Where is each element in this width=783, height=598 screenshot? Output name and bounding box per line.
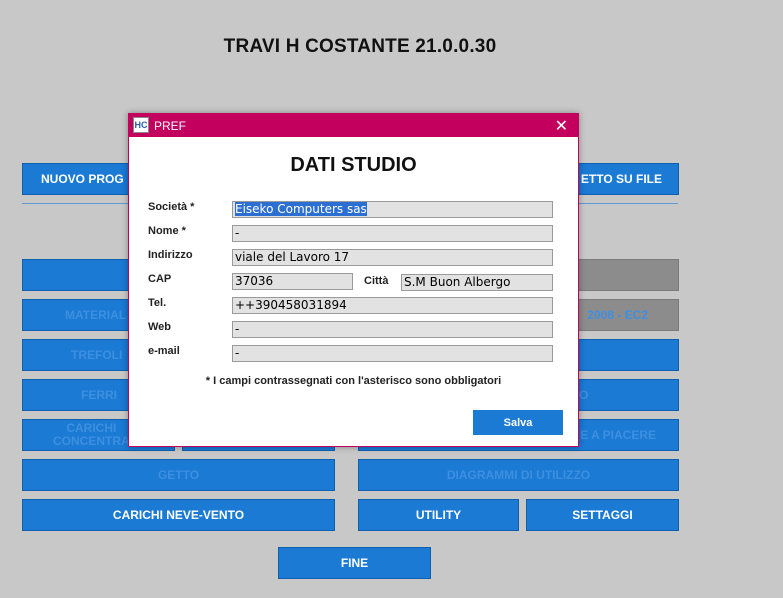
right-button-row4-label: O — [579, 387, 589, 402]
nuovo-progetto-label: NUOVO PROG — [41, 171, 124, 186]
nome-input[interactable]: - — [232, 225, 553, 242]
diagrammi-utilizzo-button[interactable]: DIAGRAMMI DI UTILIZZO — [358, 459, 679, 491]
dialog-caption: PREF — [154, 119, 187, 133]
getto-su-file-button[interactable]: ETTO SU FILE — [578, 163, 679, 195]
citta-input[interactable]: S.M Buon Albergo — [401, 274, 553, 291]
getto-button[interactable]: GETTO — [22, 459, 335, 491]
carichi-neve-vento-button[interactable]: CARICHI NEVE-VENTO — [22, 499, 335, 531]
utility-button[interactable]: UTILITY — [358, 499, 519, 531]
nome-label: Nome * — [148, 225, 186, 237]
tel-input[interactable]: ++390458031894 — [232, 297, 553, 314]
cap-label: CAP — [148, 273, 172, 285]
societa-value: Eiseko Computers sas — [235, 202, 367, 216]
carichi-neve-vento-label: CARICHI NEVE-VENTO — [112, 507, 245, 522]
dialog-heading: DATI STUDIO — [290, 154, 417, 176]
email-input[interactable]: - — [232, 345, 553, 362]
getto-su-file-label: ETTO SU FILE — [580, 171, 662, 186]
a-piacere-label: E A PIACERE — [580, 427, 656, 442]
close-icon[interactable]: ✕ — [555, 116, 568, 136]
right-button-row4[interactable]: O — [578, 379, 679, 411]
citta-label: Città — [364, 275, 389, 287]
sezione-button[interactable] — [22, 259, 130, 291]
ec2-button: 2008 - EC2 — [578, 299, 679, 331]
tel-label: Tel. — [148, 297, 167, 309]
required-fields-note: * I campi contrassegnati con l'asterisco… — [205, 375, 502, 387]
trefoli-label: TREFOLI — [71, 347, 123, 362]
dati-studio-dialog: HC PREF ✕ DATI STUDIO Società * Eiseko C… — [128, 113, 579, 447]
cap-input[interactable]: 37036 — [232, 273, 353, 290]
fine-button[interactable]: FINE — [278, 547, 431, 579]
indirizzo-input[interactable]: viale del Lavoro 17 — [232, 249, 553, 266]
getto-label: GETTO — [157, 467, 200, 482]
materiali-button[interactable]: MATERIAL — [22, 299, 130, 331]
settaggi-label: SETTAGGI — [572, 507, 633, 522]
carichi-concentrati-label: CARICHI CONCENTRA — [53, 421, 130, 448]
app-icon: HC — [133, 117, 149, 133]
right-button-row3[interactable] — [578, 339, 679, 371]
web-input[interactable]: - — [232, 321, 553, 338]
nuovo-progetto-button[interactable]: NUOVO PROG — [22, 163, 130, 195]
fine-label: FINE — [340, 555, 369, 570]
materiali-label: MATERIAL — [65, 307, 127, 322]
diagrammi-utilizzo-label: DIAGRAMMI DI UTILIZZO — [446, 467, 591, 482]
disabled-button-right — [578, 259, 679, 291]
email-label: e-mail — [148, 345, 180, 357]
web-label: Web — [148, 321, 172, 333]
salva-button[interactable]: Salva — [473, 410, 563, 435]
ferri-label: FERRI — [81, 387, 117, 402]
trefoli-button[interactable]: TREFOLI — [22, 339, 130, 371]
ec2-label: 2008 - EC2 — [587, 307, 648, 322]
societa-label: Società * — [148, 201, 195, 213]
indirizzo-label: Indirizzo — [148, 249, 193, 261]
societa-input[interactable]: Eiseko Computers sas — [232, 201, 553, 218]
dialog-title-bar[interactable]: HC PREF ✕ — [129, 114, 578, 137]
app-title: TRAVI H COSTANTE 21.0.0.30 — [223, 36, 497, 57]
utility-label: UTILITY — [415, 507, 462, 522]
ferri-button[interactable]: FERRI — [22, 379, 130, 411]
settaggi-button[interactable]: SETTAGGI — [526, 499, 679, 531]
